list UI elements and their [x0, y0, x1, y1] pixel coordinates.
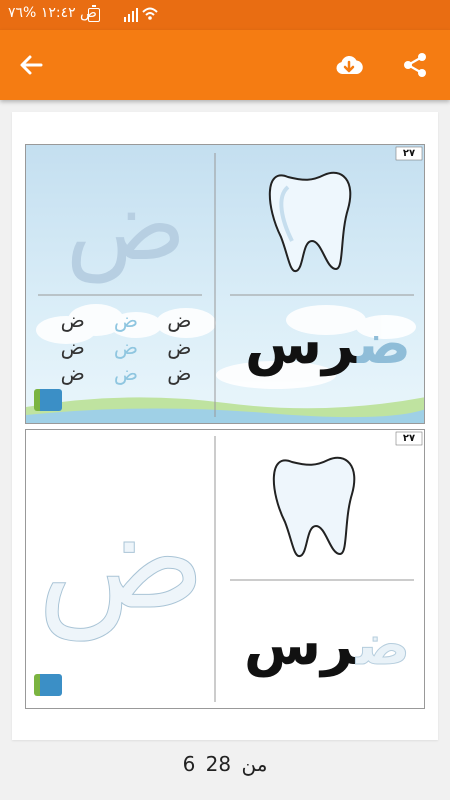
status-bar: ص ١٢:٤٢ %٧٦	[0, 0, 450, 30]
practice-letter: ض	[60, 361, 85, 386]
letter-large: ض	[65, 166, 187, 283]
practice-letters: ض ض ض ض ض ض ض ض ض	[46, 307, 206, 387]
worksheet-outline-panel: ض ضرس ٢٧	[25, 429, 425, 709]
word-first-letter: ض	[355, 613, 411, 679]
battery-icon	[88, 5, 100, 22]
practice-letter: ض	[113, 361, 139, 386]
page-total: 28	[205, 752, 232, 776]
back-arrow-icon[interactable]	[16, 50, 46, 80]
cloud-download-icon[interactable]	[334, 50, 364, 80]
page-current: 6	[182, 752, 196, 776]
share-icon[interactable]	[400, 50, 430, 80]
practice-letter: ض	[60, 308, 85, 332]
word-first-letter: ض	[356, 312, 412, 377]
word-label-outline: ضرس	[234, 606, 420, 686]
practice-letter: ض	[167, 308, 192, 332]
signal-icon	[124, 8, 138, 22]
word-rest: رس	[244, 312, 357, 377]
worksheet-page[interactable]: ض ض ض ض ض ض ض ض ض ض ضرس ٢٧ ض ضرس ٢٧	[12, 112, 438, 740]
practice-letter: ض	[113, 308, 139, 332]
practice-letter: ض	[167, 334, 192, 359]
practice-letter: ض	[167, 361, 192, 386]
worksheet-colored-panel: ض ض ض ض ض ض ض ض ض ض ضرس ٢٧	[25, 144, 425, 424]
app-bar	[0, 30, 450, 100]
practice-letter: ض	[60, 334, 85, 359]
wifi-icon	[142, 7, 158, 20]
publisher-logo	[34, 674, 62, 696]
status-time: ص ١٢:٤٢ %٧٦	[8, 5, 97, 21]
corner-badge: ٢٧	[402, 148, 416, 159]
publisher-logo	[34, 389, 62, 411]
letter-large-outline: ض	[36, 478, 207, 642]
word-rest: رس	[243, 613, 356, 678]
page-indicator: 6 من 28	[0, 752, 450, 776]
practice-letter: ض	[113, 334, 139, 359]
word-label: ضرس	[238, 305, 418, 385]
page-separator: من	[241, 752, 268, 776]
corner-badge: ٢٧	[402, 433, 416, 444]
